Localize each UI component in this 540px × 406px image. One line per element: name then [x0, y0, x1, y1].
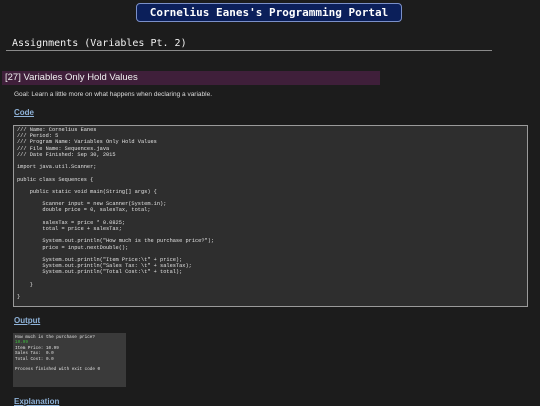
section-divider	[6, 50, 492, 51]
code-block: /// Name: Cornelius Eanes/// Period: 5//…	[13, 125, 528, 307]
portal-title-banner: Cornelius Eanes's Programming Portal	[136, 3, 402, 22]
code-heading-link[interactable]: Code	[14, 108, 34, 117]
output-console: How much is the purchase price? 10.99 Item…	[13, 333, 126, 387]
lesson-goal: Goal: Learn a little more on what happen…	[14, 91, 213, 98]
code-line: }	[17, 294, 21, 301]
output-heading-link[interactable]: Output	[14, 316, 40, 325]
output-line: Process finished with exit code 0	[15, 367, 101, 373]
lesson-title[interactable]: [27] Variables Only Hold Values	[2, 71, 380, 85]
section-title: Assignments (Variables Pt. 2)	[12, 38, 187, 49]
